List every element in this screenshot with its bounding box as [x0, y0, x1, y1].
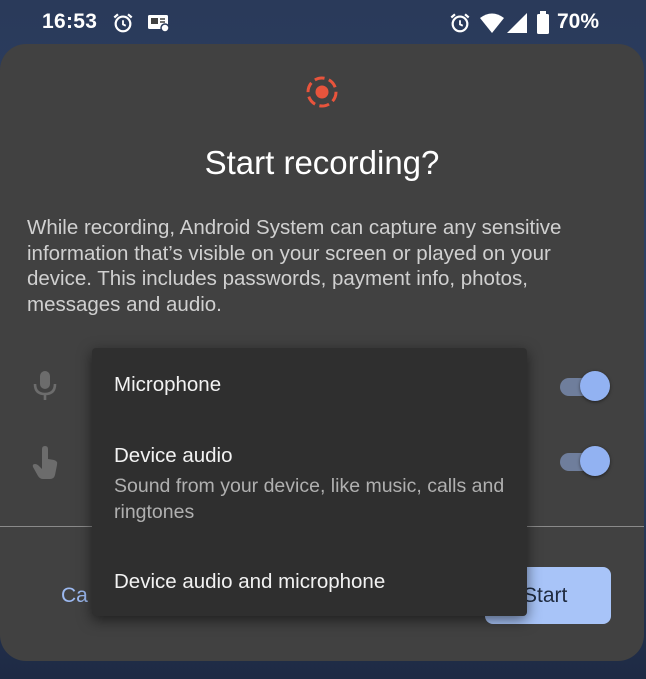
- toggle-thumb: [580, 371, 610, 401]
- menu-item-title: Microphone: [114, 373, 222, 396]
- dialog-title: Start recording?: [204, 144, 440, 181]
- audio-source-menu: Microphone Device audio Sound from your …: [92, 348, 527, 616]
- status-time: 16:53: [42, 10, 98, 33]
- touch-icon: [32, 446, 58, 479]
- menu-item-microphone[interactable]: Microphone: [114, 373, 514, 397]
- microphone-toggle[interactable]: [558, 368, 614, 404]
- signal-icon: [507, 13, 527, 33]
- menu-item-title: Device audio: [114, 444, 233, 467]
- menu-item-title: Device audio and microphone: [114, 570, 386, 593]
- status-bar: 16:53 70%: [0, 0, 646, 46]
- show-touches-toggle[interactable]: [558, 443, 614, 479]
- alarm-icon: [113, 13, 133, 33]
- cancel-button[interactable]: Ca: [61, 584, 88, 608]
- battery-icon: [537, 11, 549, 34]
- microphone-icon: [33, 371, 57, 400]
- battery-percent: 70%: [557, 10, 600, 33]
- menu-item-description: Sound from your device, like music, call…: [114, 475, 505, 523]
- menu-item-device-audio-and-microphone[interactable]: Device audio and microphone: [114, 570, 514, 594]
- dialog-message: While recording, Android System can capt…: [27, 216, 562, 316]
- wifi-icon: [480, 13, 504, 33]
- menu-item-device-audio[interactable]: Device audio Sound from your device, lik…: [114, 444, 514, 525]
- toggle-thumb: [580, 446, 610, 476]
- notification-icon: [148, 15, 170, 33]
- screen-record-icon: [306, 76, 338, 108]
- alarm-icon: [450, 13, 470, 33]
